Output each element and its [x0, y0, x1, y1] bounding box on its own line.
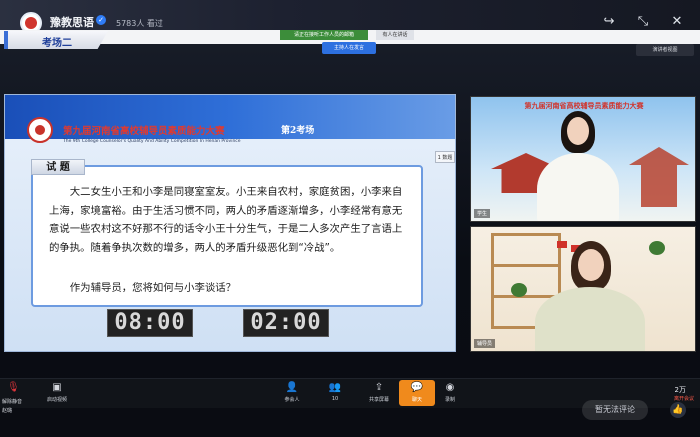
- like-count: 2万: [674, 386, 686, 394]
- slide-subtitle: The 9th College Counselor's Quality And …: [63, 139, 241, 144]
- chat-icon: 💬: [410, 382, 424, 393]
- top-actions: ↪ ⤡ ✕: [600, 14, 686, 30]
- room-label: 考场二: [4, 31, 108, 49]
- tile-label-top: 学生: [474, 209, 491, 218]
- question-body: 大二女生小王和小李是同寝室室友。小王来自农村，家庭贫困，小李来自上海，家境富裕。…: [49, 186, 403, 254]
- close-icon[interactable]: ✕: [668, 14, 686, 30]
- participants-icon: 👥: [328, 382, 342, 393]
- slide-room: 第2考场: [281, 126, 315, 136]
- host-speaking-pill: 主持人在发言: [322, 42, 376, 54]
- video-tile-student[interactable]: 第九届河南省高校辅导员素质能力大赛 学生: [470, 96, 696, 222]
- timer-left: 08:00: [107, 309, 193, 337]
- participants-count-button[interactable]: 👥 10: [316, 382, 354, 402]
- record-icon: ◉: [445, 382, 455, 393]
- share-icon[interactable]: ↪: [600, 14, 618, 30]
- mic-muted-icon[interactable]: 🎙: [7, 382, 20, 394]
- video-button[interactable]: ▣ 启动视频: [38, 382, 76, 403]
- plant: [649, 241, 665, 255]
- gallery-view-button[interactable]: 演讲者视图: [636, 44, 694, 56]
- pavilion-right: [629, 147, 689, 207]
- collapse-icon[interactable]: ⤡: [634, 14, 652, 30]
- channel-name[interactable]: 豫教思语: [50, 14, 94, 30]
- verified-icon: ✓: [96, 15, 106, 25]
- person-face: [567, 117, 589, 145]
- slide-title: 第九届河南省高校辅导员素质能力大赛: [63, 126, 225, 137]
- host-name: 赵璐: [2, 408, 13, 414]
- like-icon[interactable]: 👍: [670, 402, 686, 418]
- participants-icon: 👤: [285, 382, 299, 393]
- competition-logo: [27, 117, 53, 143]
- flag: [557, 241, 567, 248]
- speaking-indicator: 有人在讲话: [376, 30, 414, 40]
- record-button[interactable]: ◉ 录制: [431, 382, 469, 403]
- person-body: [535, 287, 645, 351]
- video-icon: ▣: [52, 382, 62, 393]
- share-screen-button[interactable]: ⇪ 共享屏幕: [360, 382, 398, 403]
- person-face: [578, 249, 604, 281]
- question-ask: 作为辅导员，您将如何与小李谈话？: [69, 282, 237, 294]
- tile-banner: 第九届河南省高校辅导员素质能力大赛: [524, 101, 644, 110]
- slide-side-tab[interactable]: 1 数题: [435, 151, 455, 163]
- participants-button[interactable]: 👤 参会人: [273, 382, 311, 403]
- viewer-count: 5783人 看过: [116, 19, 163, 28]
- unmute-label[interactable]: 解除静音: [2, 398, 22, 405]
- share-screen-icon: ⇪: [374, 382, 384, 393]
- live-stream-screen: { "stream": { "channel_name": "豫教思语", "v…: [0, 0, 700, 437]
- comment-input[interactable]: 暂无法评论: [582, 400, 648, 420]
- notice-banner[interactable]: 请正在接听工作人员的邮箱: [280, 30, 368, 40]
- question-tag: 试 题: [31, 159, 85, 175]
- leave-meeting-button[interactable]: 离开会议: [674, 395, 694, 402]
- plant: [511, 283, 527, 297]
- person-body: [537, 153, 619, 221]
- timer-right: 02:00: [243, 309, 329, 337]
- video-tile-counselor[interactable]: 辅导员: [470, 226, 696, 352]
- shared-slide: 第九届河南省高校辅导员素质能力大赛 The 9th College Counse…: [4, 94, 456, 352]
- tile-label-bottom: 辅导员: [474, 339, 496, 348]
